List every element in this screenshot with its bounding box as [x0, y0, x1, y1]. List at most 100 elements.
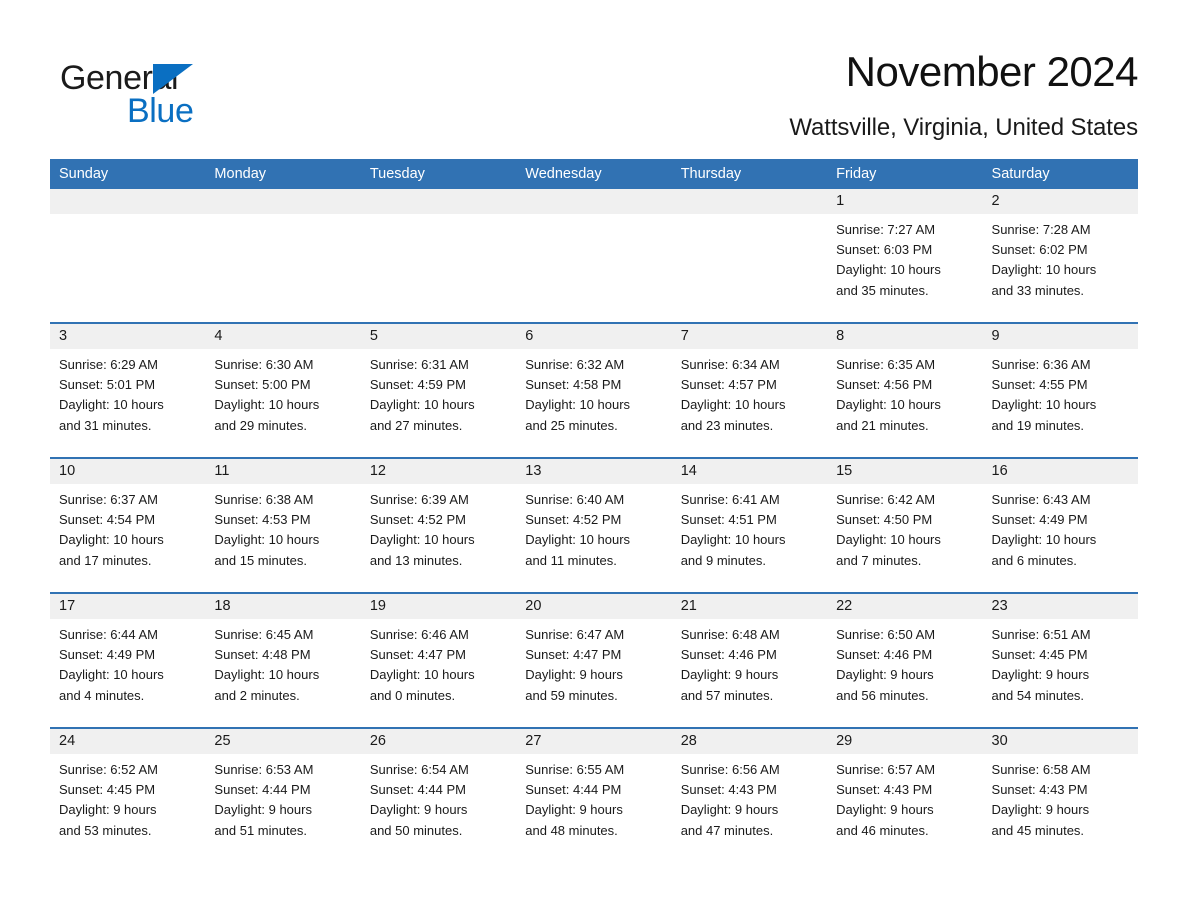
day-details: Sunrise: 6:29 AM Sunset: 5:01 PM Dayligh… [50, 349, 205, 436]
day-details: Sunrise: 6:50 AM Sunset: 4:46 PM Dayligh… [827, 619, 982, 706]
day-cell[interactable]: 6 Sunrise: 6:32 AM Sunset: 4:58 PM Dayli… [516, 324, 672, 457]
day-cell[interactable]: 25 Sunrise: 6:53 AM Sunset: 4:44 PM Dayl… [205, 729, 361, 862]
day-cell[interactable]: 8 Sunrise: 6:35 AM Sunset: 4:56 PM Dayli… [827, 324, 983, 457]
day-cell[interactable] [671, 189, 828, 322]
sunset-text: Sunset: 4:54 PM [59, 512, 156, 528]
day-number: 27 [516, 729, 672, 754]
sunset-text: Sunset: 4:59 PM [369, 377, 466, 393]
day-details: Sunrise: 6:41 AM Sunset: 4:51 PM Dayligh… [672, 484, 827, 571]
daylight-text-line1: Daylight: 9 hours [836, 802, 934, 818]
daylight-text-line2: and 2 minutes. [214, 687, 300, 703]
weekday-header-friday: Friday [836, 166, 877, 182]
day-cell[interactable]: 14 Sunrise: 6:41 AM Sunset: 4:51 PM Dayl… [671, 459, 828, 592]
day-cell[interactable]: 19 Sunrise: 6:46 AM Sunset: 4:47 PM Dayl… [360, 594, 517, 727]
sunset-text: Sunset: 4:51 PM [680, 512, 777, 528]
day-cell[interactable]: 10 Sunrise: 6:37 AM Sunset: 4:54 PM Dayl… [50, 459, 206, 592]
day-cell[interactable]: 26 Sunrise: 6:54 AM Sunset: 4:44 PM Dayl… [360, 729, 517, 862]
day-cell[interactable]: 27 Sunrise: 6:55 AM Sunset: 4:44 PM Dayl… [516, 729, 672, 862]
day-cell[interactable]: 1 Sunrise: 7:27 AM Sunset: 6:03 PM Dayli… [827, 189, 983, 322]
daylight-text-line1: Daylight: 10 hours [59, 397, 164, 413]
day-cell[interactable]: 15 Sunrise: 6:42 AM Sunset: 4:50 PM Dayl… [827, 459, 983, 592]
day-cell[interactable]: 30 Sunrise: 6:58 AM Sunset: 4:43 PM Dayl… [982, 729, 1138, 862]
day-cell[interactable]: 9 Sunrise: 6:36 AM Sunset: 4:55 PM Dayli… [982, 324, 1138, 457]
sunset-text: Sunset: 4:50 PM [836, 512, 933, 528]
daylight-text-line2: and 45 minutes. [991, 822, 1085, 838]
day-details: Sunrise: 6:55 AM Sunset: 4:44 PM Dayligh… [516, 754, 671, 841]
daylight-text-line1: Daylight: 10 hours [991, 262, 1097, 278]
daylight-text-line2: and 23 minutes. [680, 417, 774, 433]
daylight-text-line1: Daylight: 9 hours [59, 802, 157, 818]
day-number: 25 [205, 729, 361, 754]
day-cell[interactable] [50, 189, 206, 322]
day-details: Sunrise: 6:57 AM Sunset: 4:43 PM Dayligh… [827, 754, 982, 841]
daylight-text-line1: Daylight: 9 hours [214, 802, 312, 818]
day-number [50, 189, 206, 214]
calendar-page: General Blue November 2024 Wattsville, V… [0, 0, 1188, 918]
day-cell[interactable]: 21 Sunrise: 6:48 AM Sunset: 4:46 PM Dayl… [671, 594, 828, 727]
day-number: 6 [516, 324, 672, 349]
day-details: Sunrise: 6:35 AM Sunset: 4:56 PM Dayligh… [827, 349, 982, 436]
sunrise-text: Sunrise: 6:30 AM [214, 357, 314, 372]
sunrise-text: Sunrise: 6:58 AM [991, 762, 1091, 777]
sunset-text: Sunset: 4:57 PM [680, 377, 777, 393]
daylight-text-line2: and 0 minutes. [369, 687, 456, 703]
sunset-text: Sunset: 4:44 PM [214, 782, 311, 798]
weekday-header-monday: Monday [214, 166, 267, 182]
day-cell[interactable]: 2 Sunrise: 7:28 AM Sunset: 6:02 PM Dayli… [982, 189, 1138, 322]
daylight-text-line2: and 31 minutes. [59, 417, 152, 433]
daylight-text-line1: Daylight: 9 hours [369, 802, 468, 818]
day-cell[interactable]: 16 Sunrise: 6:43 AM Sunset: 4:49 PM Dayl… [982, 459, 1138, 592]
day-details: Sunrise: 6:54 AM Sunset: 4:44 PM Dayligh… [361, 754, 516, 841]
daylight-text-line2: and 13 minutes. [369, 552, 463, 568]
sunset-text: Sunset: 4:44 PM [525, 782, 622, 798]
daylight-text-line2: and 25 minutes. [525, 417, 618, 433]
sunset-text: Sunset: 4:43 PM [991, 782, 1088, 798]
day-number: 29 [827, 729, 983, 754]
day-cell[interactable]: 18 Sunrise: 6:45 AM Sunset: 4:48 PM Dayl… [205, 594, 361, 727]
day-number [360, 189, 517, 214]
day-cell[interactable]: 12 Sunrise: 6:39 AM Sunset: 4:52 PM Dayl… [360, 459, 517, 592]
day-cell[interactable]: 7 Sunrise: 6:34 AM Sunset: 4:57 PM Dayli… [671, 324, 828, 457]
day-number: 10 [50, 459, 206, 484]
daylight-text-line2: and 35 minutes. [836, 282, 929, 298]
daylight-text-line2: and 59 minutes. [525, 687, 618, 703]
day-cell[interactable]: 11 Sunrise: 6:38 AM Sunset: 4:53 PM Dayl… [205, 459, 361, 592]
day-number: 24 [50, 729, 206, 754]
sunset-text: Sunset: 6:02 PM [991, 242, 1088, 258]
sunrise-text: Sunrise: 6:54 AM [369, 762, 469, 777]
day-cell[interactable] [360, 189, 517, 322]
location-subtitle: Wattsville, Virginia, United States [789, 114, 1138, 141]
sunrise-text: Sunrise: 6:43 AM [991, 492, 1091, 507]
sunset-text: Sunset: 4:47 PM [369, 647, 466, 663]
day-number: 7 [671, 324, 828, 349]
sunset-text: Sunset: 4:46 PM [680, 647, 777, 663]
logo-triangle-icon [153, 64, 193, 94]
day-cell[interactable]: 13 Sunrise: 6:40 AM Sunset: 4:52 PM Dayl… [516, 459, 672, 592]
day-cell[interactable]: 28 Sunrise: 6:56 AM Sunset: 4:43 PM Dayl… [671, 729, 828, 862]
sunset-text: Sunset: 4:45 PM [991, 647, 1088, 663]
day-cell[interactable]: 22 Sunrise: 6:50 AM Sunset: 4:46 PM Dayl… [827, 594, 983, 727]
day-cell[interactable] [205, 189, 361, 322]
day-cell[interactable]: 17 Sunrise: 6:44 AM Sunset: 4:49 PM Dayl… [50, 594, 206, 727]
day-details: Sunrise: 6:47 AM Sunset: 4:47 PM Dayligh… [516, 619, 671, 706]
day-cell[interactable]: 3 Sunrise: 6:29 AM Sunset: 5:01 PM Dayli… [50, 324, 206, 457]
day-number: 15 [827, 459, 983, 484]
daylight-text-line2: and 6 minutes. [991, 552, 1077, 568]
day-cell[interactable]: 5 Sunrise: 6:31 AM Sunset: 4:59 PM Dayli… [360, 324, 517, 457]
daylight-text-line1: Daylight: 10 hours [680, 397, 786, 413]
daylight-text-line2: and 27 minutes. [369, 417, 463, 433]
week-row: 10 Sunrise: 6:37 AM Sunset: 4:54 PM Dayl… [50, 457, 1138, 592]
sunrise-text: Sunrise: 6:40 AM [525, 492, 625, 507]
daylight-text-line1: Daylight: 10 hours [525, 532, 631, 548]
day-cell[interactable]: 23 Sunrise: 6:51 AM Sunset: 4:45 PM Dayl… [982, 594, 1138, 727]
day-cell[interactable]: 24 Sunrise: 6:52 AM Sunset: 4:45 PM Dayl… [50, 729, 206, 862]
day-cell[interactable]: 20 Sunrise: 6:47 AM Sunset: 4:47 PM Dayl… [516, 594, 672, 727]
day-cell[interactable]: 4 Sunrise: 6:30 AM Sunset: 5:00 PM Dayli… [205, 324, 361, 457]
generalblue-logo[interactable]: General Blue [50, 52, 410, 144]
day-number: 26 [360, 729, 517, 754]
day-cell[interactable]: 29 Sunrise: 6:57 AM Sunset: 4:43 PM Dayl… [827, 729, 983, 862]
sunrise-text: Sunrise: 6:52 AM [59, 762, 158, 777]
day-number: 13 [516, 459, 672, 484]
daylight-text-line2: and 17 minutes. [59, 552, 152, 568]
day-cell[interactable] [516, 189, 672, 322]
